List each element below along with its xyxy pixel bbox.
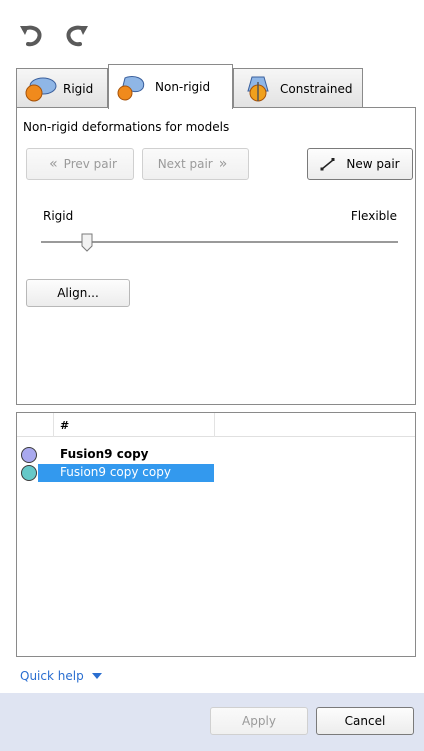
prev-pair-button[interactable]: « Prev pair [26, 148, 134, 180]
tab-rigid-label: Rigid [63, 81, 94, 96]
non-rigid-panel: Non-rigid deformations for models « Prev… [16, 107, 416, 405]
tab-non-rigid[interactable]: Non-rigid [108, 64, 233, 109]
quick-help-label: Quick help [20, 669, 84, 683]
apply-label: Apply [242, 714, 276, 728]
cancel-button[interactable]: Cancel [316, 707, 414, 735]
non-rigid-tab-icon [117, 75, 145, 101]
undo-icon[interactable] [18, 22, 46, 50]
quick-help-link[interactable]: Quick help [20, 669, 102, 683]
connect-line-icon [320, 158, 335, 171]
new-pair-button[interactable]: New pair [307, 148, 413, 180]
tab-constrained[interactable]: Constrained [233, 68, 363, 108]
prev-pair-label: Prev pair [63, 157, 117, 171]
next-pair-label: Next pair [157, 157, 213, 171]
model-color-swatch[interactable] [21, 447, 37, 463]
slider-rigid-label: Rigid [43, 209, 74, 223]
tab-constrained-label: Constrained [280, 81, 353, 96]
rigid-tab-icon [25, 77, 57, 101]
list-row-fusion9-copy[interactable]: Fusion9 copy [17, 446, 415, 464]
mode-tabs: Rigid Non-rigid Constrained [16, 64, 416, 109]
quick-help-bar: Quick help [0, 663, 424, 691]
panel-title: Non-rigid deformations for models [23, 120, 230, 134]
tab-rigid[interactable]: Rigid [16, 68, 108, 108]
column-separator[interactable] [53, 413, 54, 437]
redo-icon[interactable] [62, 22, 90, 50]
align-label: Align... [57, 286, 99, 300]
model-color-swatch[interactable] [21, 465, 37, 481]
tab-non-rigid-label: Non-rigid [155, 80, 211, 94]
model-name: Fusion9 copy [60, 447, 149, 461]
model-list: # Fusion9 copy Fusion9 copy copy [16, 412, 416, 657]
list-row-fusion9-copy-copy[interactable]: Fusion9 copy copy [17, 464, 415, 482]
new-pair-label: New pair [346, 157, 400, 171]
apply-button[interactable]: Apply [210, 707, 308, 735]
double-chevron-right-icon: » [218, 156, 228, 172]
undo-redo-bar [0, 0, 424, 60]
list-header: # [17, 413, 415, 437]
align-button[interactable]: Align... [26, 279, 130, 307]
rigidity-slider-track[interactable] [41, 241, 398, 243]
slider-flexible-label: Flexible [350, 209, 397, 223]
chevron-down-icon [91, 673, 102, 679]
dialog-footer: Apply Cancel [0, 693, 424, 751]
column-separator[interactable] [214, 413, 215, 437]
rigidity-slider-thumb[interactable] [81, 233, 93, 252]
cancel-label: Cancel [344, 714, 386, 728]
constrained-tab-icon [247, 76, 269, 101]
column-header-number[interactable]: # [60, 419, 69, 432]
double-chevron-left-icon: « [49, 156, 58, 172]
model-name: Fusion9 copy copy [60, 465, 171, 479]
next-pair-button[interactable]: Next pair » [142, 148, 249, 180]
